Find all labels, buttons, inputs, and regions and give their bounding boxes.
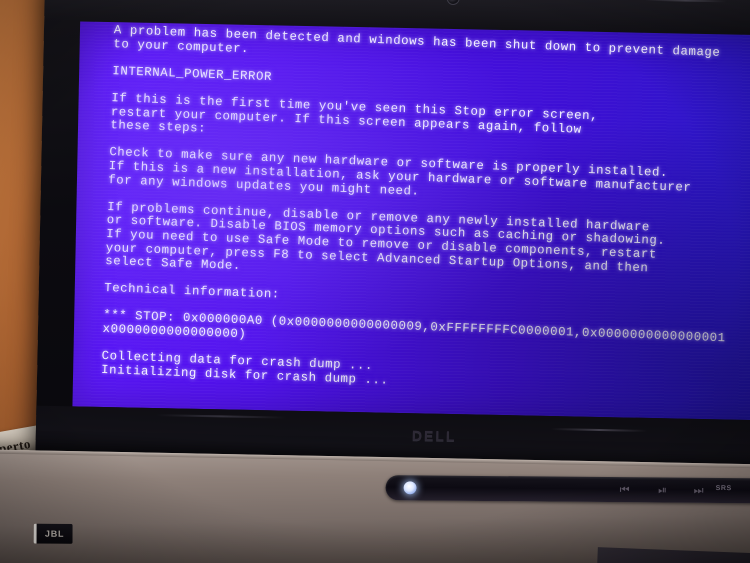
dell-logo: DELL: [411, 427, 457, 445]
power-button[interactable]: [403, 481, 417, 495]
bezel-highlight-left: [156, 414, 287, 419]
bsod-message: A problem has been detected and windows …: [101, 23, 750, 405]
keyboard-corner: [596, 547, 750, 563]
media-fast-forward-icon[interactable]: ⏭: [691, 484, 705, 498]
laptop-lid: XPS A problem has been detected and wind…: [35, 0, 750, 490]
laptop-bsod-photograph: eperto XPS A problem has been detected a…: [0, 0, 750, 563]
bezel-highlight-right: [551, 427, 648, 432]
laptop-keyboard-deck: ⏮ ⏯ ⏭ SRS JBL: [0, 449, 750, 563]
audio-brand-label: SRS: [715, 484, 732, 493]
media-rewind-icon[interactable]: ⏮: [618, 483, 632, 497]
jbl-speaker-badge: JBL: [33, 523, 73, 544]
lcd-screen: A problem has been detected and windows …: [72, 21, 750, 421]
media-play-pause-icon[interactable]: ⏯: [655, 483, 669, 497]
jbl-label: JBL: [44, 528, 65, 539]
power-and-media-strip[interactable]: ⏮ ⏯ ⏭ SRS: [385, 475, 750, 504]
